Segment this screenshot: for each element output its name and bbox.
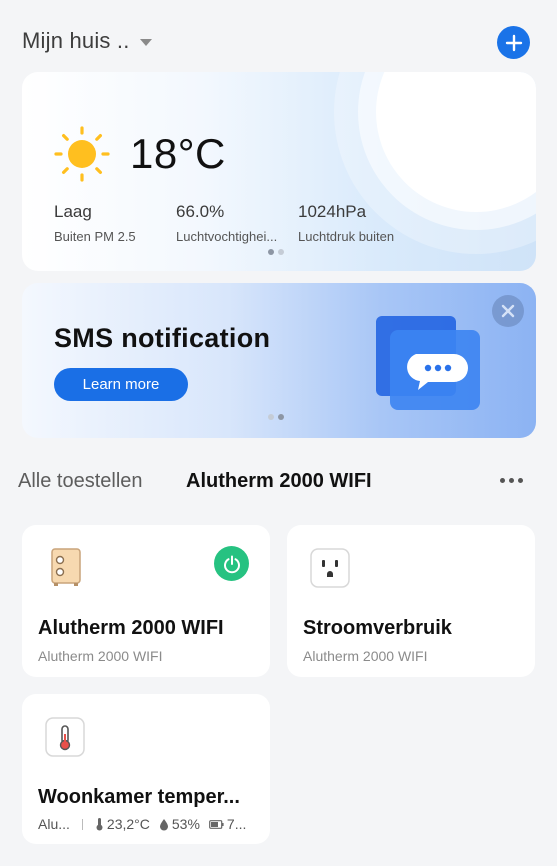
learn-more-button[interactable]: Learn more [54, 368, 188, 401]
weather-backdrop [376, 72, 536, 212]
droplet-icon [159, 818, 168, 830]
temperature-reading: 23,2°C [95, 816, 150, 832]
device-card-alutherm[interactable]: Alutherm 2000 WIFI Alutherm 2000 WIFI [22, 525, 270, 677]
plus-icon [505, 34, 522, 51]
chat-bubble-icon [376, 316, 480, 410]
room-tabs: Alle toestellen Alutherm 2000 WIFI [0, 466, 557, 500]
stat-pm25: Laag Buiten PM 2.5 [54, 202, 136, 244]
stat-value: 1024hPa [298, 202, 367, 221]
device-name: Alutherm 2000 WIFI [38, 617, 224, 639]
stat-humidity: 66.0% Luchtvochtighei... [176, 202, 277, 244]
wall-socket-icon [310, 548, 350, 588]
device-name: Woonkamer temper... [38, 786, 240, 808]
temperature-value: 18°C [130, 130, 226, 177]
battery-icon [209, 819, 224, 829]
more-horizontal-icon[interactable] [500, 478, 523, 483]
promo-page-indicator [268, 414, 284, 420]
power-icon [223, 555, 240, 573]
home-selector[interactable]: Mijn huis .. [22, 28, 152, 54]
thermometer-small-icon [96, 818, 103, 831]
weather-page-indicator [268, 249, 284, 255]
power-button[interactable] [214, 546, 249, 581]
page-dot [268, 414, 274, 420]
device-subtitle: Alutherm 2000 WIFI [38, 648, 163, 664]
tab-alutherm[interactable]: Alutherm 2000 WIFI [186, 470, 372, 493]
heater-icon [51, 548, 81, 586]
device-subtitle: Alu... [38, 816, 70, 832]
caret-down-icon [139, 38, 152, 46]
stat-value: Laag [54, 202, 92, 221]
battery-reading: 7... [209, 816, 246, 832]
stat-label: Luchtvochtighei... [176, 229, 278, 244]
divider [81, 818, 83, 830]
temperature-value: 23,2°C [106, 816, 150, 832]
device-name: Stroomverbruik [303, 617, 452, 639]
page-dot [278, 249, 284, 255]
humidity-reading: 53% [159, 816, 200, 832]
stat-pressure: 1024hPa Luchtdruk buiten [298, 202, 394, 244]
sensor-readings: Alu... 23,2°C 53% 7... [38, 816, 255, 832]
promo-banner[interactable]: SMS notification Learn more [22, 283, 536, 438]
header: Mijn huis .. [0, 0, 557, 72]
home-title: Mijn huis .. [22, 28, 130, 53]
stat-value: 66.0% [176, 202, 225, 221]
page-dot [268, 249, 274, 255]
sun-icon [54, 126, 110, 182]
humidity-value: 53% [171, 816, 200, 832]
page-dot [278, 414, 284, 420]
battery-value: 7... [226, 816, 247, 832]
device-card-stroomverbruik[interactable]: Stroomverbruik Alutherm 2000 WIFI [287, 525, 535, 677]
device-subtitle: Alutherm 2000 WIFI [303, 648, 428, 664]
stat-label: Luchtdruk buiten [298, 229, 395, 244]
close-banner-button[interactable] [492, 295, 524, 327]
promo-title: SMS notification [54, 323, 271, 353]
add-button[interactable] [497, 26, 530, 59]
thermometer-icon [45, 717, 85, 757]
weather-card[interactable]: 18°C Laag Buiten PM 2.5 66.0% Luchtvocht… [22, 72, 536, 271]
device-card-woonkamer[interactable]: Woonkamer temper... Alu... 23,2°C 53% 7.… [22, 694, 270, 844]
stat-label: Buiten PM 2.5 [54, 229, 136, 244]
tab-all-devices[interactable]: Alle toestellen [18, 470, 143, 493]
close-icon [501, 304, 515, 318]
